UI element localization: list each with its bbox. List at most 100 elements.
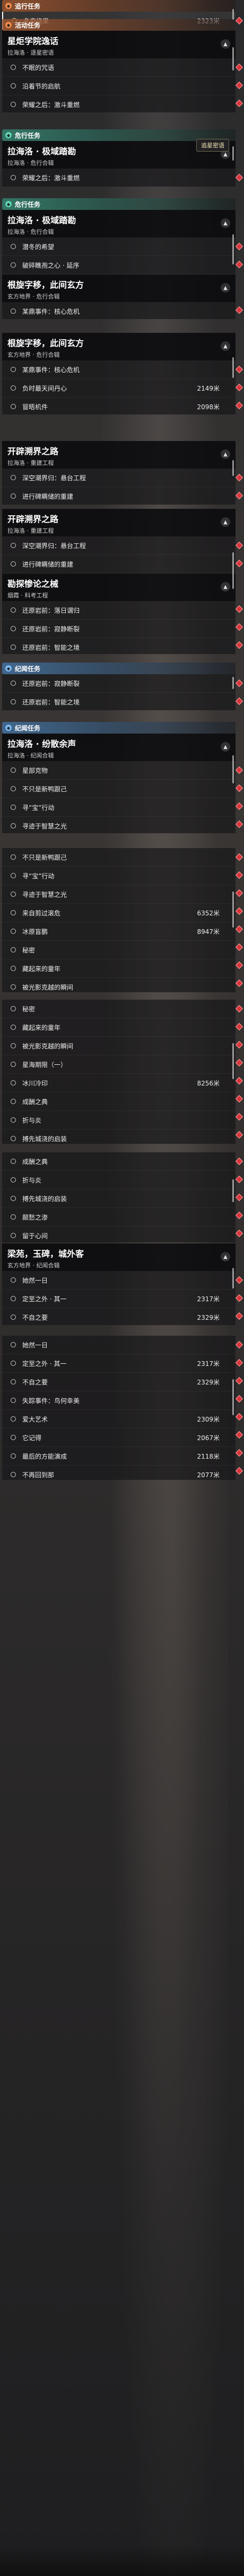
quest-item[interactable]: 冰川冷印 8256米 [2, 1074, 236, 1092]
track-marker-icon[interactable] [235, 605, 243, 613]
quest-group-header[interactable]: 开辟溯界之路 拉海洛 · 重建工程 ▲ [2, 441, 236, 469]
track-marker-icon[interactable] [235, 559, 243, 568]
category-header[interactable]: ◆ 纪闻任务 [2, 663, 236, 674]
track-marker-icon[interactable] [235, 766, 243, 774]
quest-item[interactable]: 最后的方能演成 2118米 [2, 1447, 236, 1466]
quest-item[interactable]: 破碎瞧孢之心 · 延序 [2, 256, 236, 275]
quest-group-header[interactable]: 根旋字移，此间玄方 玄方地界 · 危行合辑 ▲ [2, 275, 236, 302]
track-marker-icon[interactable] [235, 63, 243, 72]
scrollbar-thumb[interactable] [232, 1179, 234, 1202]
track-marker-icon[interactable] [235, 99, 243, 108]
quest-item[interactable]: 定至之外 · 其一 2317米 [2, 1354, 236, 1373]
track-marker-icon[interactable] [235, 641, 243, 649]
quest-item[interactable]: 不再回到那 2077米 [2, 1466, 236, 1480]
quest-item[interactable]: 爱大艺术 2309米 [2, 1410, 236, 1428]
quest-item[interactable]: 不自之要 2329米 [2, 1308, 236, 1325]
track-marker-icon[interactable] [235, 1312, 243, 1320]
track-marker-icon[interactable] [235, 383, 243, 392]
quest-item[interactable]: 还原岩前：智能之境 [2, 638, 236, 654]
track-marker-icon[interactable] [235, 242, 243, 251]
quest-item[interactable]: 某鼎事件：核心危机 [2, 302, 236, 319]
quest-item[interactable]: 寻迹于智慧之光 [2, 885, 236, 904]
track-marker-icon[interactable] [235, 853, 243, 861]
track-marker-icon[interactable] [235, 1294, 243, 1302]
track-marker-icon[interactable] [235, 491, 243, 500]
track-marker-icon[interactable] [235, 961, 243, 969]
scrollbar-thumb[interactable] [232, 9, 234, 20]
quest-item[interactable]: 进行碑瞒储的重建 [2, 555, 236, 574]
quest-item[interactable]: 冰原盲鹏 8947米 [2, 922, 236, 941]
track-marker-icon[interactable] [235, 1095, 243, 1103]
quest-group-header[interactable]: 根旋字移，此间玄方 玄方地界 · 危行合辑 ▲ [2, 333, 236, 360]
scrollbar-thumb[interactable] [232, 1043, 234, 1079]
quest-item[interactable]: 折与炎 [2, 1171, 236, 1189]
quest-group-header[interactable]: 星炬学院逸话 拉海洛 · 逐星密语 ▲ [2, 31, 236, 58]
quest-item[interactable]: 还原岩前：智能之境 [2, 693, 236, 710]
category-header[interactable]: ◆ 纪闻任务 [2, 722, 236, 734]
collapse-toggle-icon[interactable]: ▲ [221, 742, 230, 752]
track-marker-icon[interactable] [235, 1157, 243, 1166]
collapse-toggle-icon[interactable]: ▲ [221, 582, 230, 592]
quest-item[interactable]: 她然一日 [2, 1336, 236, 1354]
track-marker-icon[interactable] [235, 1395, 243, 1403]
scrollbar-thumb[interactable] [232, 460, 234, 476]
track-marker-icon[interactable] [235, 1211, 243, 1220]
collapse-toggle-icon[interactable]: ▲ [221, 449, 230, 459]
quest-item[interactable]: 负时最天间丹心 2149米 [2, 379, 236, 398]
scrollbar-thumb[interactable] [232, 552, 234, 589]
quest-item[interactable]: 星部克物 [2, 761, 236, 780]
track-marker-icon[interactable] [235, 473, 243, 482]
collapse-toggle-icon[interactable]: ▲ [221, 218, 230, 228]
track-marker-icon[interactable] [235, 889, 243, 897]
quest-item[interactable]: 还原岩前：寂静断裂 [2, 674, 236, 693]
scrollbar-thumb[interactable] [232, 234, 234, 264]
quest-item[interactable]: 不自之要 2329米 [2, 1373, 236, 1391]
quest-item[interactable]: 寻“宝”行动 [2, 798, 236, 817]
quest-item[interactable]: 她然一日 [2, 1271, 236, 1290]
quest-item[interactable]: 不眠的咒语 [2, 58, 236, 77]
track-marker-icon[interactable] [235, 1193, 243, 1202]
track-marker-icon[interactable] [235, 871, 243, 879]
track-marker-icon[interactable] [235, 1058, 243, 1067]
category-header[interactable]: ◆ 追行任务 [2, 0, 236, 12]
track-marker-icon[interactable] [235, 697, 243, 705]
quest-item[interactable]: 藏起来的童年 [2, 1018, 236, 1037]
quest-item[interactable]: 不只是新鸭跟己 [2, 780, 236, 798]
quest-item[interactable]: 搏先城浇的启装 [2, 1130, 236, 1144]
track-marker-icon[interactable] [235, 1077, 243, 1085]
quest-item[interactable]: 潜冬的希望 [2, 237, 236, 256]
collapse-toggle-icon[interactable]: ▲ [221, 517, 230, 527]
track-marker-icon[interactable] [235, 943, 243, 951]
track-marker-icon[interactable] [235, 623, 243, 631]
scrollbar-thumb[interactable] [232, 892, 234, 928]
quest-item[interactable]: 搏先城浇的启装 [2, 1189, 236, 1208]
quest-item[interactable]: 还原岩前：寂静断裂 [2, 620, 236, 638]
quest-item[interactable]: 冒晤机件 2098米 [2, 398, 236, 414]
track-marker-icon[interactable] [235, 679, 243, 687]
quest-item[interactable]: 进行碑瞒储的重建 [2, 487, 236, 505]
track-marker-icon[interactable] [235, 784, 243, 792]
track-marker-icon[interactable] [235, 1467, 243, 1475]
track-marker-icon[interactable] [235, 1131, 243, 1139]
collapse-toggle-icon[interactable]: ▲ [221, 39, 230, 49]
quest-group-header[interactable]: 开辟溯界之路 拉海洛 · 重建工程 ▲ [2, 509, 236, 536]
track-marker-icon[interactable] [235, 173, 243, 182]
track-marker-icon[interactable] [235, 1449, 243, 1457]
collapse-toggle-icon[interactable]: ▲ [221, 283, 230, 293]
category-header[interactable]: ◆ 活动任务 [2, 19, 236, 31]
scrollbar-thumb[interactable] [232, 755, 234, 783]
track-marker-icon[interactable] [235, 365, 243, 374]
quest-item[interactable]: 折与炎 [2, 1111, 236, 1130]
category-header[interactable]: ◆ 危行任务 [2, 198, 236, 210]
quest-item[interactable]: 深空潮界归：悬台工程 [2, 469, 236, 487]
quest-item[interactable]: 定至之外 · 其一 2317米 [2, 1290, 236, 1308]
scrollbar-thumb[interactable] [232, 1379, 234, 1415]
collapse-toggle-icon[interactable]: ▲ [221, 1252, 230, 1261]
track-marker-icon[interactable] [235, 1004, 243, 1013]
track-marker-icon[interactable] [235, 16, 243, 25]
quest-item[interactable]: 颠愁之渗 [2, 1208, 236, 1227]
quest-item[interactable]: 某鼎事件：核心危机 [2, 360, 236, 379]
quest-group-header[interactable]: 拉海洛 · 纷散余声 拉海洛 · 纪闻合辑 ▲ [2, 734, 236, 761]
track-marker-icon[interactable] [235, 1229, 243, 1238]
track-marker-icon[interactable] [235, 260, 243, 269]
